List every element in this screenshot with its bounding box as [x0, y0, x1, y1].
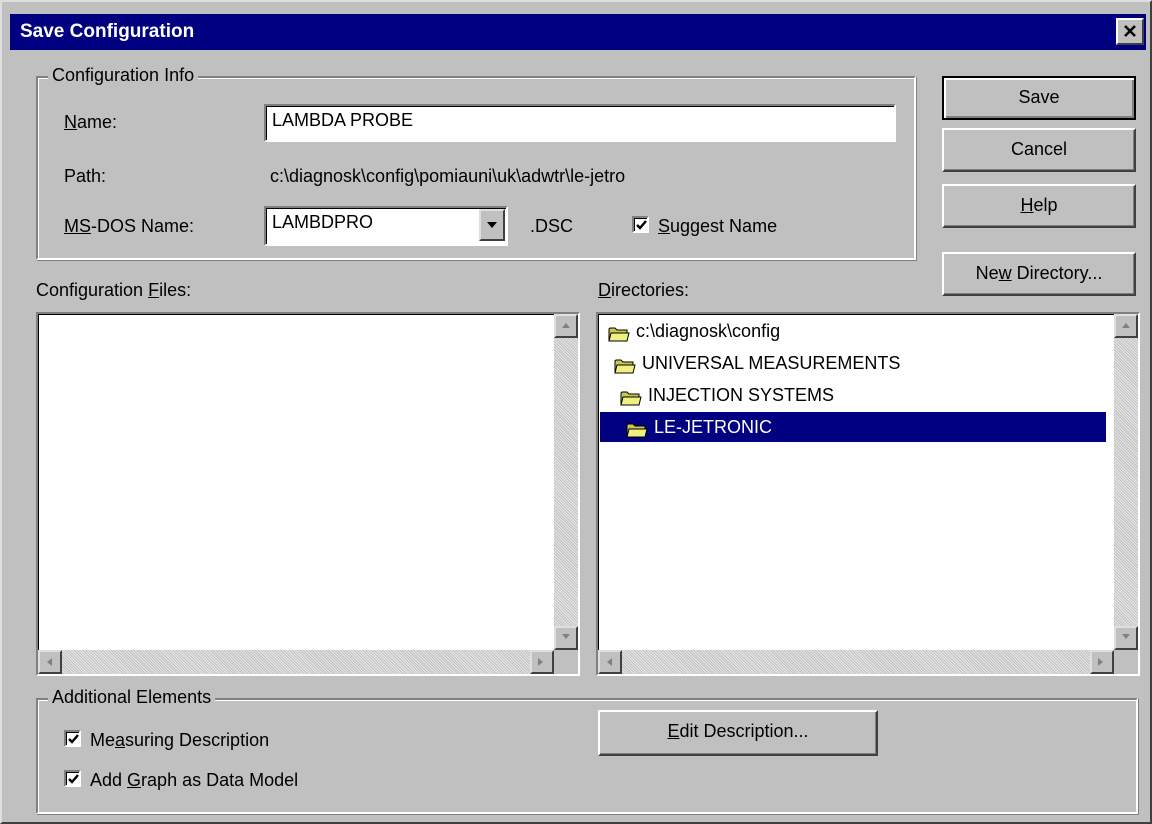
scroll-right-button[interactable]: [530, 650, 554, 674]
add-graph-label: Add Graph as Data Model: [90, 770, 299, 790]
dirs-vertical-scrollbar[interactable]: [1114, 314, 1138, 650]
scroll-down-button[interactable]: [554, 626, 578, 650]
scroll-left-button[interactable]: [38, 650, 62, 674]
msdos-name-value: LAMBDPRO: [272, 212, 374, 232]
scroll-corner: [554, 650, 578, 674]
configuration-files-list[interactable]: [36, 312, 580, 676]
checkmark-icon: [68, 774, 79, 784]
help-button[interactable]: Help: [942, 184, 1136, 228]
arrow-left-icon: [47, 658, 52, 666]
name-field-value: LAMBDA PROBE: [272, 110, 414, 130]
name-label: Name:: [64, 112, 118, 132]
new-directory-button[interactable]: New Directory...: [942, 252, 1136, 296]
edit-description-button[interactable]: Edit Description...: [598, 710, 878, 756]
cancel-button[interactable]: Cancel: [942, 128, 1136, 172]
measuring-description-label: Measuring Description: [90, 730, 270, 750]
dirs-horizontal-scrollbar[interactable]: [598, 650, 1114, 674]
arrow-down-icon: [562, 634, 570, 639]
directory-label: UNIVERSAL MEASUREMENTS: [642, 353, 901, 373]
close-icon: [1124, 25, 1136, 37]
directories-label: Directories:: [598, 280, 690, 300]
files-vertical-scrollbar[interactable]: [554, 314, 578, 650]
arrow-up-icon: [1122, 323, 1130, 328]
checkmark-icon: [68, 734, 79, 744]
close-button[interactable]: [1116, 18, 1144, 45]
scroll-down-button[interactable]: [1114, 626, 1138, 650]
directory-item[interactable]: c:\diagnosk\config: [600, 316, 858, 346]
files-horizontal-scrollbar[interactable]: [38, 650, 554, 674]
add-graph-checkbox[interactable]: [64, 770, 81, 787]
measuring-description-checkbox[interactable]: [64, 730, 81, 747]
directory-item[interactable]: UNIVERSAL MEASUREMENTS: [600, 348, 908, 378]
arrow-down-icon: [1122, 634, 1130, 639]
additional-elements-title: Additional Elements: [48, 687, 216, 708]
configuration-files-label: Configuration Files:: [36, 280, 192, 300]
scroll-up-button[interactable]: [554, 314, 578, 338]
name-field[interactable]: LAMBDA PROBE: [264, 104, 896, 142]
save-button[interactable]: Save: [942, 76, 1136, 120]
configuration-info-title: Configuration Info: [48, 65, 199, 86]
save-configuration-dialog: Save Configuration Configuration Info Na…: [0, 0, 1152, 824]
scroll-corner: [1114, 650, 1138, 674]
arrow-up-icon: [562, 323, 570, 328]
arrow-right-icon: [538, 658, 543, 666]
directory-item[interactable]: LE-JETRONIC: [600, 412, 1106, 442]
directory-label: c:\diagnosk\config: [636, 321, 781, 341]
checkmark-icon: [636, 220, 647, 230]
window-title: Save Configuration: [20, 21, 195, 42]
arrow-left-icon: [607, 658, 612, 666]
directories-list[interactable]: c:\diagnosk\config UNIVERSAL MEASUREMENTS…: [596, 312, 1140, 676]
dropdown-button[interactable]: [479, 209, 505, 241]
path-value: c:\diagnosk\config\pomiauni\uk\adwtr\le-…: [270, 166, 626, 186]
suggest-name-checkbox[interactable]: [632, 216, 649, 233]
path-label: Path:: [64, 166, 107, 186]
directory-item[interactable]: INJECTION SYSTEMS: [600, 380, 859, 410]
arrow-right-icon: [1098, 658, 1103, 666]
suggest-name-label: Suggest Name: [658, 216, 778, 236]
directory-label: INJECTION SYSTEMS: [648, 385, 835, 405]
title-bar[interactable]: Save Configuration: [10, 14, 1146, 50]
additional-elements-group: Additional Elements: [36, 687, 1138, 814]
scroll-right-button[interactable]: [1090, 650, 1114, 674]
scroll-left-button[interactable]: [598, 650, 622, 674]
scroll-up-button[interactable]: [1114, 314, 1138, 338]
chevron-down-icon: [487, 222, 497, 228]
directory-label: LE-JETRONIC: [654, 417, 773, 437]
msdos-name-label: MS-DOS Name:: [64, 216, 195, 236]
msdos-name-combo[interactable]: LAMBDPRO: [264, 206, 508, 246]
extension-label: .DSC: [530, 216, 574, 236]
folder-icon: [626, 418, 648, 448]
